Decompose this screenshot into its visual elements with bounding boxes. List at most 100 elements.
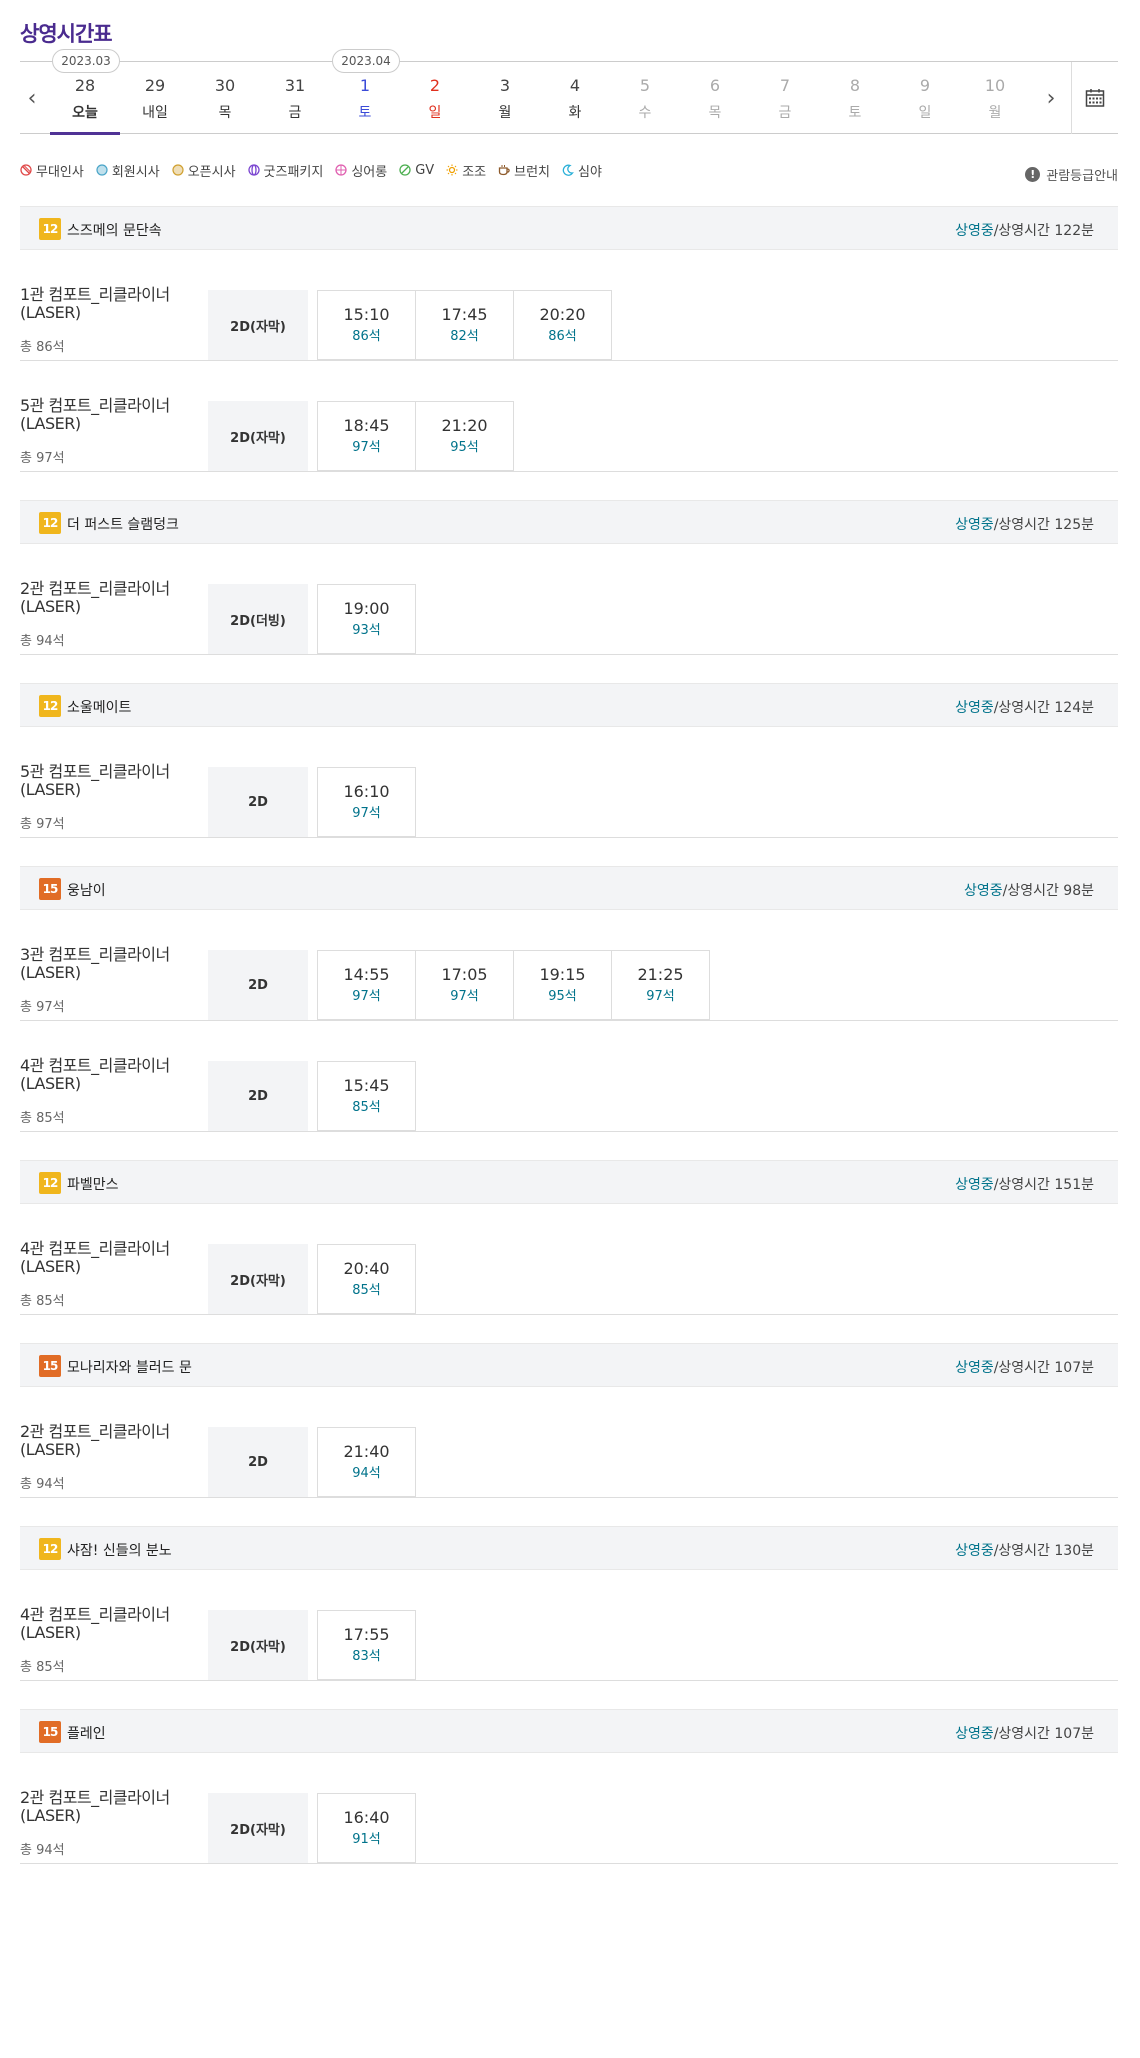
showtime-button[interactable]: 21:20 95석 — [415, 401, 514, 471]
rating-guide-link[interactable]: ! 관람등급안내 — [1025, 165, 1118, 184]
showtime-seats: 86석 — [352, 329, 381, 344]
runtime-prefix: /상영시간 — [993, 517, 1055, 533]
date-item[interactable]: 7금 — [750, 62, 820, 134]
chevron-left-icon[interactable]: ‹ — [20, 80, 44, 116]
total-seats: 총 94석 — [20, 1477, 65, 1492]
showtime-button[interactable]: 17:05 97석 — [415, 950, 514, 1020]
movie-status: 상영중/상영시간 107분 — [955, 1357, 1094, 1377]
date-weekday: 화 — [568, 105, 582, 121]
showtime-button[interactable]: 16:40 91석 — [317, 1793, 416, 1863]
total-seats: 총 85석 — [20, 1294, 65, 1309]
status-now: 상영중 — [963, 883, 1003, 899]
movie-title-link[interactable]: 샤잠! 신들의 분노 — [67, 1540, 172, 1560]
showtime-button[interactable]: 19:00 93석 — [317, 584, 416, 654]
showtime-button[interactable]: 17:45 82석 — [415, 290, 514, 360]
legend-item: 오픈시사 — [172, 161, 236, 180]
date-item[interactable]: 31 금 — [260, 62, 330, 134]
movie-status: 상영중/상영시간 98분 — [964, 880, 1094, 900]
date-item[interactable]: 29 내일 — [120, 62, 190, 134]
date-item[interactable]: 5수 — [610, 62, 680, 134]
screen-row: 2관 컴포트_리클라이너 (LASER) 총 94석 2D 21:40 94석 — [20, 1387, 1118, 1498]
movie-block: 12 샤잠! 신들의 분노 상영중/상영시간 130분 4관 컴포트_리클라이너 (L… — [20, 1526, 1118, 1681]
showtime-button[interactable]: 14:55 97석 — [317, 950, 416, 1020]
showtime-time: 21:25 — [637, 965, 684, 984]
format-badge: 2D(자막) — [208, 290, 308, 360]
showtime-button[interactable]: 21:25 97석 — [611, 950, 710, 1020]
total-seats: 총 85석 — [20, 1111, 65, 1126]
runtime-value: 125분 — [1054, 517, 1094, 533]
grid-circle-icon — [335, 164, 347, 176]
date-item[interactable]: 9일 — [890, 62, 960, 134]
showtime-time: 15:45 — [343, 1076, 390, 1095]
legend-label: 회원시사 — [111, 164, 160, 180]
total-seats: 총 97석 — [20, 1000, 65, 1015]
showtime-button[interactable]: 19:15 95석 — [513, 950, 612, 1020]
showtime-time: 19:15 — [539, 965, 586, 984]
showtime-list: 14:55 97석 17:05 97석 19:15 95석 21:25 97석 — [317, 950, 710, 1020]
showtime-list: 15:45 85석 — [317, 1061, 416, 1131]
movie-status: 상영중/상영시간 122분 — [955, 220, 1094, 240]
format-badge: 2D(자막) — [208, 1244, 308, 1314]
movie-title-link[interactable]: 더 퍼스트 슬램덩크 — [67, 514, 179, 534]
legend-item: 브런치 — [498, 161, 551, 180]
showtime-button[interactable]: 16:10 97석 — [317, 767, 416, 837]
chevron-right-icon[interactable]: › — [1039, 80, 1063, 116]
showtime-button[interactable]: 15:10 86석 — [317, 290, 416, 360]
showtime-seats: 97석 — [352, 440, 381, 455]
movie-title-link[interactable]: 모나리자와 블러드 문 — [67, 1357, 192, 1377]
date-item[interactable]: 10 월 — [960, 62, 1030, 134]
hall-name: 5관 컴포트_리클라이너 (LASER) — [20, 396, 170, 433]
runtime-value: 107분 — [1054, 1360, 1094, 1376]
showtime-seats: 91석 — [352, 1832, 381, 1847]
movie-title-link[interactable]: 소울메이트 — [67, 697, 131, 717]
movie-title-link[interactable]: 웅남이 — [67, 880, 106, 900]
showtime-button[interactable]: 17:55 83석 — [317, 1610, 416, 1680]
date-item[interactable]: 6목 — [680, 62, 750, 134]
runtime-value: 122분 — [1054, 223, 1094, 239]
showtime-list: 18:45 97석 21:20 95석 — [317, 401, 514, 471]
date-weekday: 오늘 — [72, 105, 98, 121]
calendar-button[interactable] — [1071, 62, 1118, 134]
legend-item: 싱어롱 — [335, 161, 387, 180]
date-item[interactable]: 3월 — [470, 62, 540, 134]
date-item[interactable]: 2일 — [400, 62, 470, 134]
hall-name: 4관 컴포트_리클라이너 (LASER) — [20, 1239, 170, 1276]
showtime-seats: 94석 — [352, 1466, 381, 1481]
date-number: 30 — [214, 76, 236, 95]
showtime-list: 21:40 94석 — [317, 1427, 416, 1497]
screen-row: 5관 컴포트_리클라이너 (LASER) 총 97석 2D(자막) 18:45 97석 2… — [20, 361, 1118, 472]
movie-title-link[interactable]: 플레인 — [67, 1723, 106, 1743]
date-weekday: 수 — [638, 105, 652, 121]
movie-block: 15 웅남이 상영중/상영시간 98분 3관 컴포트_리클라이너 (LASER) 총 9… — [20, 866, 1118, 1132]
movie-title-link[interactable]: 스즈메의 문단속 — [67, 220, 162, 240]
movie-list: 12 스즈메의 문단속 상영중/상영시간 122분 1관 컴포트_리클라이너 (LAS… — [20, 206, 1118, 1892]
date-number: 5 — [639, 76, 651, 95]
showtime-button[interactable]: 21:40 94석 — [317, 1427, 416, 1497]
showtime-button[interactable]: 20:20 86석 — [513, 290, 612, 360]
showtime-button[interactable]: 20:40 85석 — [317, 1244, 416, 1314]
showtime-seats: 83석 — [352, 1649, 381, 1664]
showtime-button[interactable]: 15:45 85석 — [317, 1061, 416, 1131]
status-now: 상영중 — [955, 1360, 994, 1376]
date-number: 10 — [984, 76, 1006, 95]
showtime-seats: 85석 — [352, 1283, 381, 1298]
date-weekday: 월 — [988, 105, 1002, 121]
date-weekday: 목 — [708, 105, 722, 121]
date-item[interactable]: 8토 — [820, 62, 890, 134]
movie-title-link[interactable]: 파벨만스 — [67, 1174, 119, 1194]
showtime-seats: 97석 — [352, 989, 381, 1004]
showtime-time: 17:45 — [441, 305, 488, 324]
date-item[interactable]: 4화 — [540, 62, 610, 134]
legend-label: 브런치 — [514, 164, 551, 180]
showtime-seats: 95석 — [450, 440, 479, 455]
showtime-seats: 85석 — [352, 1100, 381, 1115]
showtime-button[interactable]: 18:45 97석 — [317, 401, 416, 471]
screen-row: 3관 컴포트_리클라이너 (LASER) 총 97석 2D 14:55 97석 17:05… — [20, 910, 1118, 1021]
movie-block: 12 파벨만스 상영중/상영시간 151분 4관 컴포트_리클라이너 (LASER) 총… — [20, 1160, 1118, 1315]
showtime-time: 17:55 — [343, 1625, 390, 1644]
legend-label: 굿즈패키지 — [263, 164, 324, 180]
movie-block: 15 모나리자와 블러드 문 상영중/상영시간 107분 2관 컴포트_리클라이너 (… — [20, 1343, 1118, 1498]
showtime-seats: 97석 — [450, 989, 479, 1004]
date-item[interactable]: 30 목 — [190, 62, 260, 134]
legend-label: GV — [415, 162, 435, 178]
